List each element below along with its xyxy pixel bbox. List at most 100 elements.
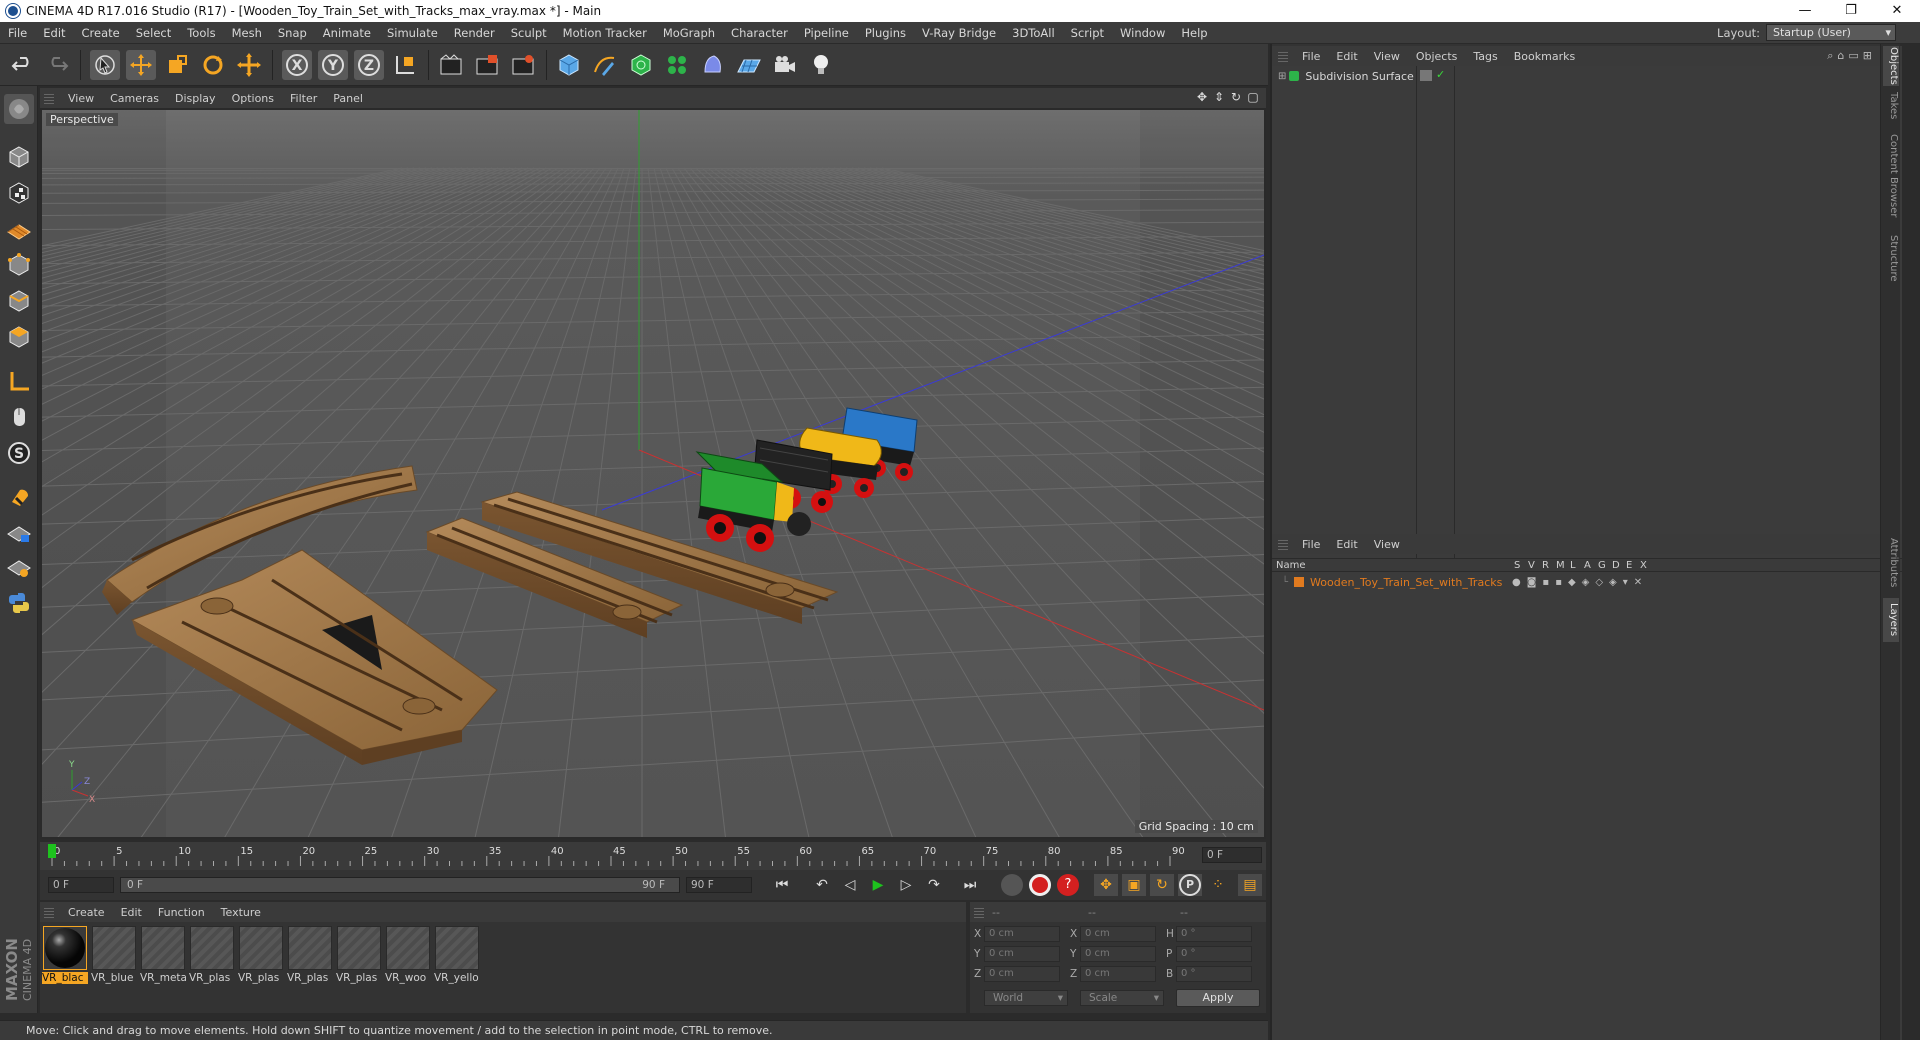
object-row[interactable]: ⊞ Subdivision Surface ✓ (1272, 68, 1902, 84)
tab-attributes[interactable]: Attributes (1883, 532, 1899, 594)
floor-object-icon[interactable] (734, 50, 764, 80)
layer-toggle-icons[interactable]: ●◙▪▪◆◈◇◈▾✕ (1512, 577, 1648, 588)
timeline-playhead[interactable] (48, 844, 56, 858)
layers-menu-file[interactable]: File (1294, 538, 1328, 551)
panel-grip-icon[interactable] (1278, 538, 1288, 550)
layer-col-r[interactable]: R (1542, 560, 1549, 571)
visibility-toggle-icon[interactable] (1420, 70, 1432, 81)
material-menu-texture[interactable]: Texture (213, 906, 269, 919)
perspective-viewport[interactable]: Y X Z Perspective Grid Spacing : 10 cm (40, 108, 1266, 839)
size-y-field[interactable]: 0 cm (1080, 946, 1156, 962)
tab-objects[interactable]: Objects (1883, 46, 1899, 86)
menu-plugins[interactable]: Plugins (857, 26, 914, 40)
menu-sculpt[interactable]: Sculpt (503, 26, 555, 40)
edges-mode-icon[interactable] (4, 286, 34, 316)
size-x-field[interactable]: 0 cm (1080, 926, 1156, 942)
y-axis-lock-icon[interactable]: Y (318, 50, 348, 80)
spline-pen-icon[interactable] (590, 50, 620, 80)
record-active-objects-icon[interactable] (1028, 874, 1052, 896)
key-rotation-icon[interactable]: ↻ (1150, 874, 1174, 896)
layers-menu-view[interactable]: View (1366, 538, 1408, 551)
go-to-end-icon[interactable]: ⏭ (958, 874, 982, 896)
scale-tool-icon[interactable] (162, 50, 192, 80)
next-key-icon[interactable]: ↷ (922, 874, 946, 896)
menu-3dtoall[interactable]: 3DToAll (1004, 26, 1063, 40)
model-mode-icon[interactable] (4, 142, 34, 172)
size-z-field[interactable]: 0 cm (1080, 966, 1156, 982)
magnet-icon[interactable] (4, 482, 34, 512)
next-frame-icon[interactable]: ▷ (894, 874, 918, 896)
menu-simulate[interactable]: Simulate (379, 26, 446, 40)
layer-col-e[interactable]: E (1626, 560, 1632, 571)
material-menu-function[interactable]: Function (150, 906, 213, 919)
material-swatch[interactable]: VR_yello (434, 926, 480, 988)
light-object-icon[interactable] (806, 50, 836, 80)
undo-icon[interactable] (8, 50, 38, 80)
position-z-field[interactable]: 0 cm (984, 966, 1060, 982)
layer-row[interactable]: └ Wooden_Toy_Train_Set_with_Tracks ●◙▪▪◆… (1272, 574, 1882, 590)
panel-grip-icon[interactable] (1278, 50, 1288, 62)
menu-create[interactable]: Create (74, 26, 128, 40)
coordinate-system-icon[interactable] (390, 50, 420, 80)
deformer-icon[interactable] (698, 50, 728, 80)
material-swatch[interactable]: VR_plas (189, 926, 235, 988)
snap-icon[interactable]: S (4, 438, 34, 468)
menu-motion-tracker[interactable]: Motion Tracker (555, 26, 655, 40)
layer-col-s[interactable]: S (1514, 560, 1520, 571)
x-axis-lock-icon[interactable]: X (282, 50, 312, 80)
material-swatch[interactable]: VR_plas (238, 926, 284, 988)
tab-content-browser[interactable]: Content Browser (1883, 126, 1899, 226)
render-settings-icon[interactable] (508, 50, 538, 80)
move-tool-icon[interactable] (126, 50, 156, 80)
axis-mode-icon[interactable] (4, 366, 34, 396)
viewport-menu-options[interactable]: Options (224, 92, 282, 105)
material-swatch[interactable]: VR_plas (287, 926, 333, 988)
menu-mesh[interactable]: Mesh (224, 26, 270, 40)
camera-object-icon[interactable] (770, 50, 800, 80)
menu-tools[interactable]: Tools (179, 26, 223, 40)
cube-object-icon[interactable] (554, 50, 584, 80)
texture-mode-icon[interactable] (4, 178, 34, 208)
close-button[interactable]: ✕ (1874, 0, 1920, 22)
end-frame-field[interactable]: 90 F (686, 877, 752, 893)
menu-vray-bridge[interactable]: V-Ray Bridge (914, 26, 1004, 40)
panel-grip-icon[interactable] (44, 92, 54, 104)
material-menu-edit[interactable]: Edit (113, 906, 150, 919)
menu-animate[interactable]: Animate (315, 26, 379, 40)
live-selection-icon[interactable] (90, 50, 120, 80)
material-menu-create[interactable]: Create (60, 906, 113, 919)
layer-name[interactable]: Wooden_Toy_Train_Set_with_Tracks (1310, 576, 1502, 589)
key-pla-icon[interactable]: ⁘ (1206, 874, 1230, 896)
rotation-b-field[interactable]: 0 ° (1176, 966, 1252, 982)
menu-script[interactable]: Script (1063, 26, 1112, 40)
menu-edit[interactable]: Edit (35, 26, 73, 40)
position-x-field[interactable]: 0 cm (984, 926, 1060, 942)
viewport-menu-display[interactable]: Display (167, 92, 224, 105)
key-scale-icon[interactable]: ▣ (1122, 874, 1146, 896)
size-mode-dropdown[interactable]: Scale (1080, 990, 1164, 1006)
record-keys-disabled-icon[interactable] (1000, 874, 1024, 896)
timeline-window-icon[interactable]: ▤ (1238, 874, 1262, 896)
layout-dropdown[interactable]: Startup (User) (1766, 24, 1896, 41)
viewport-menu-filter[interactable]: Filter (282, 92, 325, 105)
viewport-pan-icon[interactable]: ✥ (1195, 90, 1209, 104)
tab-structure[interactable]: Structure (1883, 230, 1899, 286)
menu-select[interactable]: Select (128, 26, 179, 40)
start-frame-field[interactable]: 0 F (48, 877, 114, 893)
menu-character[interactable]: Character (723, 26, 796, 40)
key-position-icon[interactable]: ✥ (1094, 874, 1118, 896)
menu-snap[interactable]: Snap (270, 26, 315, 40)
coordinate-mode-dropdown[interactable]: World (984, 990, 1068, 1006)
lock-workplane-icon[interactable] (4, 518, 34, 548)
objects-menu-file[interactable]: File (1294, 50, 1328, 63)
material-swatch[interactable]: VR_plas (336, 926, 382, 988)
menu-file[interactable]: File (0, 26, 35, 40)
rotation-p-field[interactable]: 0 ° (1176, 946, 1252, 962)
transform-tool-icon[interactable] (234, 50, 264, 80)
redo-icon[interactable] (42, 50, 72, 80)
render-to-picture-viewer-icon[interactable] (472, 50, 502, 80)
panel-grip-icon[interactable] (44, 906, 54, 918)
material-swatch[interactable]: VR_meta (140, 926, 186, 988)
minimize-button[interactable]: — (1782, 0, 1828, 22)
panel-grip-icon[interactable] (974, 906, 984, 918)
